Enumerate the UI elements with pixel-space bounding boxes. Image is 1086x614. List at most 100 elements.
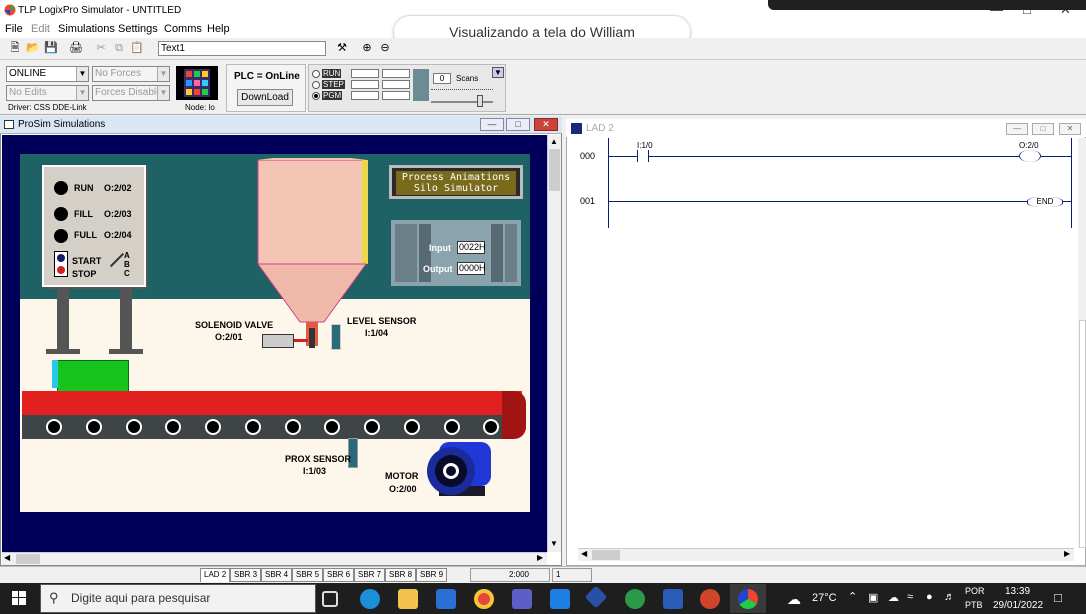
scroll-left-icon[interactable]: ◀ <box>581 549 587 558</box>
prosim-vertical-scrollbar[interactable]: ▲ ▼ <box>547 135 561 552</box>
scroll-right-icon[interactable]: ▶ <box>537 553 543 562</box>
file-explorer-icon[interactable] <box>398 589 418 609</box>
ladder-vertical-scrollbar[interactable] <box>1078 138 1086 548</box>
task-view-icon[interactable] <box>322 591 338 607</box>
ladder-close-button[interactable]: ✕ <box>1059 123 1081 135</box>
tag-description-input[interactable]: Text1 <box>158 41 326 56</box>
download-button[interactable]: DownLoad <box>237 89 293 106</box>
language-code[interactable]: POR <box>965 586 985 596</box>
output-coil[interactable] <box>1019 150 1041 162</box>
new-file-icon[interactable]: 🗎 <box>7 40 23 56</box>
app-icon[interactable] <box>625 589 645 609</box>
prosim-restore-button[interactable]: □ <box>506 118 530 131</box>
copy-icon[interactable]: ⧉ <box>111 40 127 56</box>
open-folder-icon[interactable]: 📂 <box>25 40 41 56</box>
scroll-thumb[interactable] <box>16 554 40 564</box>
scroll-down-icon[interactable]: ▼ <box>550 539 558 548</box>
weather-cloud-icon[interactable]: ☁ <box>787 591 801 608</box>
menu-comms[interactable]: Comms <box>164 23 202 35</box>
tray-icon[interactable]: ☁ <box>888 591 899 604</box>
output-label: Output <box>423 264 453 274</box>
taskbar-search-input[interactable]: Digite aqui para pesquisar <box>40 584 316 613</box>
tab-sbr5[interactable]: SBR 5 <box>292 568 324 582</box>
word-icon[interactable] <box>663 589 683 609</box>
store-icon[interactable] <box>436 589 456 609</box>
tab-sbr9[interactable]: SBR 9 <box>416 568 448 582</box>
run-mode-radio[interactable] <box>312 70 320 78</box>
tab-sbr4[interactable]: SBR 4 <box>261 568 293 582</box>
prosim-horizontal-scrollbar[interactable]: ◀ ▶ <box>2 552 547 565</box>
selector-switch-handle[interactable] <box>109 252 125 268</box>
mode-panel-toggle-icon[interactable]: ▼ <box>492 67 504 78</box>
ladder-restore-button[interactable]: □ <box>1032 123 1054 135</box>
menu-simulations[interactable]: Simulations <box>58 23 115 35</box>
scroll-thumb[interactable] <box>549 149 560 191</box>
logixpro-taskbar-icon[interactable] <box>738 589 758 609</box>
scroll-thumb[interactable] <box>1079 320 1086 548</box>
scan-ruler <box>431 89 493 90</box>
stop-button[interactable] <box>57 266 65 274</box>
cut-icon[interactable]: ✂ <box>93 40 109 56</box>
microphone-icon[interactable]: ● <box>926 591 933 603</box>
status-field <box>351 91 379 100</box>
scan-slider-thumb[interactable] <box>477 95 483 107</box>
tab-sbr8[interactable]: SBR 8 <box>385 568 417 582</box>
volume-icon[interactable]: ♬ <box>944 591 955 603</box>
forces-enable-select[interactable]: Forces Disabled ▼ <box>92 85 170 101</box>
scroll-up-icon[interactable]: ▲ <box>550 137 558 146</box>
tray-icon[interactable]: ▣ <box>868 591 878 604</box>
app-icon[interactable] <box>550 589 570 609</box>
xic-contact-left[interactable] <box>637 150 640 162</box>
conveyor-roller <box>126 419 142 435</box>
edits-select[interactable]: No Edits ▼ <box>6 85 89 101</box>
prosim-close-button[interactable]: ✕ <box>534 118 558 131</box>
zoom-out-icon[interactable]: ⊖ <box>377 40 393 56</box>
chrome-icon[interactable] <box>474 589 494 609</box>
tab-sbr6[interactable]: SBR 6 <box>323 568 355 582</box>
print-icon[interactable]: 🖨 <box>68 40 84 56</box>
keyboard-layout[interactable]: PTB <box>965 600 983 610</box>
menu-settings[interactable]: Settings <box>118 23 158 35</box>
clock-time[interactable]: 13:39 <box>1005 586 1030 597</box>
prosim-minimize-button[interactable]: — <box>480 118 504 131</box>
scroll-thumb[interactable] <box>592 550 620 560</box>
forces-select[interactable]: No Forces ▼ <box>92 66 170 82</box>
clock-date[interactable]: 29/01/2022 <box>993 600 1043 611</box>
run-indicator-lamp <box>54 181 68 195</box>
menu-help[interactable]: Help <box>207 23 230 35</box>
scroll-left-icon[interactable]: ◀ <box>4 553 10 562</box>
status-field <box>382 80 410 89</box>
step-mode-radio[interactable] <box>312 81 320 89</box>
powerpoint-icon[interactable] <box>700 589 720 609</box>
menu-edit[interactable]: Edit <box>31 23 50 35</box>
tray-chevron-up-icon[interactable]: ⌃ <box>848 590 857 603</box>
zoom-in-icon[interactable]: ⊕ <box>359 40 375 56</box>
notifications-icon[interactable]: □ <box>1054 590 1062 605</box>
windows-start-icon[interactable] <box>12 591 26 605</box>
end-instruction[interactable]: END <box>1027 197 1063 207</box>
motor-label: MOTOR <box>385 471 419 481</box>
ladder-horizontal-scrollbar[interactable]: ◀ ▶ <box>578 548 1074 561</box>
tab-sbr7[interactable]: SBR 7 <box>354 568 386 582</box>
paste-icon[interactable]: 📋 <box>129 40 145 56</box>
start-button[interactable] <box>57 254 65 262</box>
wifi-icon[interactable]: ≈ <box>907 591 913 603</box>
scroll-right-icon[interactable]: ▶ <box>1064 549 1070 558</box>
online-mode-select[interactable]: ONLINE ▼ <box>6 66 89 82</box>
contact-address[interactable]: I:1/0 <box>637 141 653 150</box>
chevron-down-icon: ▼ <box>76 67 88 81</box>
save-icon[interactable]: 💾 <box>43 40 59 56</box>
menu-file[interactable]: File <box>5 23 23 35</box>
coil-address[interactable]: O:2/0 <box>1019 141 1039 150</box>
tools-icon[interactable]: ⚒ <box>334 40 350 56</box>
teams-icon[interactable] <box>512 589 532 609</box>
scan-slider-track[interactable] <box>431 101 493 103</box>
tab-lad2[interactable]: LAD 2 <box>200 568 231 582</box>
pgm-mode-label: PGM <box>322 91 343 100</box>
tab-sbr3[interactable]: SBR 3 <box>230 568 262 582</box>
weather-temperature[interactable]: 27°C <box>812 592 837 604</box>
pgm-mode-radio[interactable] <box>312 92 320 100</box>
scans-input[interactable]: 0 <box>433 73 451 84</box>
ladder-minimize-button[interactable]: — <box>1006 123 1028 135</box>
edge-browser-icon[interactable] <box>360 589 380 609</box>
